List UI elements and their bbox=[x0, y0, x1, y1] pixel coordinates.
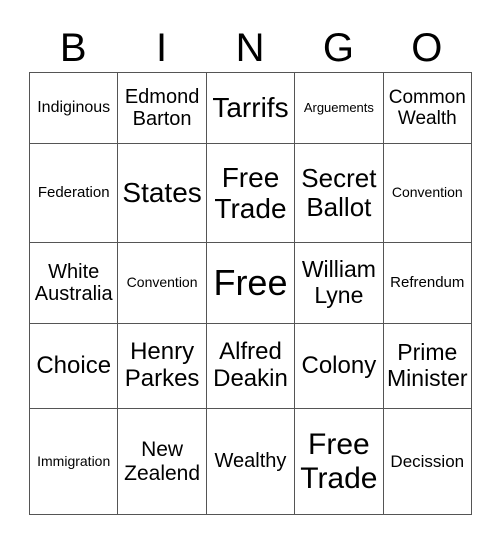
bingo-cell: Free Trade bbox=[294, 408, 384, 515]
bingo-cell: New Zealend bbox=[117, 408, 207, 515]
free-cell: Free bbox=[205, 241, 296, 325]
grid-row: White Australia Convention Free William … bbox=[28, 241, 473, 325]
header-letter-b: B bbox=[59, 26, 87, 70]
header-letter-g: G bbox=[322, 26, 354, 70]
bingo-cell: Alfred Deakin bbox=[205, 323, 296, 410]
bingo-cell: Tarrifs bbox=[205, 71, 296, 145]
bingo-cell: Federation bbox=[28, 143, 119, 243]
bingo-grid: Indiginous Edmond Barton Tarrifs Argueme… bbox=[28, 71, 473, 515]
bingo-cell: Immigration bbox=[28, 408, 119, 515]
bingo-header: B I N G O bbox=[29, 24, 471, 72]
bingo-cell: Secret Ballot bbox=[294, 143, 384, 243]
bingo-cell: Prime Minister bbox=[382, 323, 473, 410]
bingo-cell: Refrendum bbox=[382, 241, 473, 325]
grid-row: Immigration New Zealend Wealthy Free Tra… bbox=[28, 408, 473, 515]
bingo-cell: Colony bbox=[294, 323, 384, 410]
bingo-cell: Arguements bbox=[294, 71, 384, 145]
bingo-cell: Edmond Barton bbox=[117, 71, 207, 145]
bingo-cell: White Australia bbox=[28, 241, 119, 325]
bingo-cell: Convention bbox=[382, 143, 473, 243]
bingo-cell: Common Wealth bbox=[382, 71, 473, 145]
header-letter-i: I bbox=[156, 26, 168, 70]
bingo-cell: Wealthy bbox=[205, 408, 296, 515]
bingo-cell: Free Trade bbox=[205, 143, 296, 243]
bingo-cell: William Lyne bbox=[294, 241, 384, 325]
header-letter-o: O bbox=[411, 26, 443, 70]
bingo-cell: Convention bbox=[117, 241, 207, 325]
bingo-cell: Indiginous bbox=[28, 71, 119, 145]
grid-row: Indiginous Edmond Barton Tarrifs Argueme… bbox=[28, 71, 473, 145]
bingo-cell: States bbox=[117, 143, 207, 243]
bingo-cell: Decission bbox=[382, 408, 473, 515]
header-letter-n: N bbox=[235, 26, 265, 70]
grid-row: Choice Henry Parkes Alfred Deakin Colony… bbox=[28, 323, 473, 410]
bingo-cell: Henry Parkes bbox=[117, 323, 207, 410]
grid-row: Federation States Free Trade Secret Ball… bbox=[28, 143, 473, 243]
bingo-cell: Choice bbox=[28, 323, 119, 410]
